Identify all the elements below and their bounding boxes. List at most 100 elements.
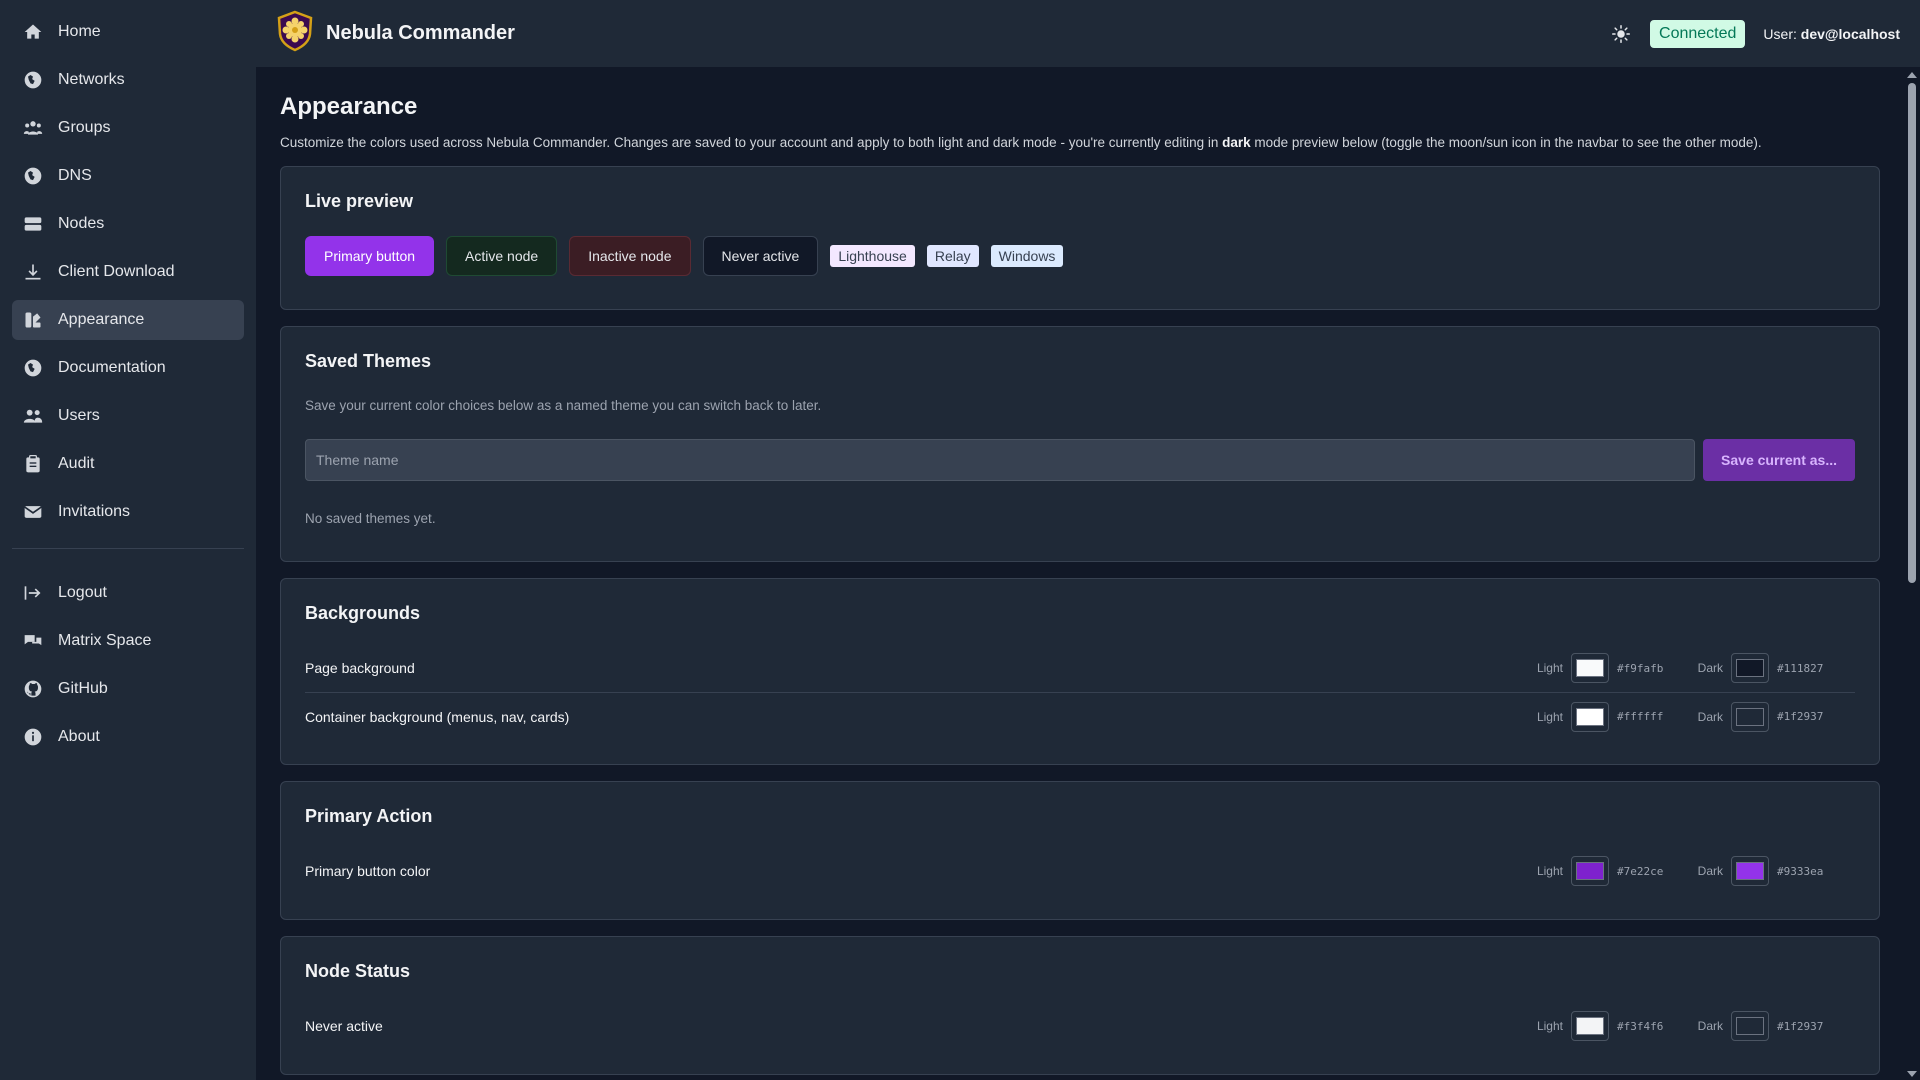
- sidebar-item-users[interactable]: Users: [12, 396, 244, 436]
- sidebar: Home Networks Groups DNS Nodes Client Downloa…: [0, 0, 256, 1080]
- sidebar-item-label: Nodes: [58, 215, 105, 232]
- sidebar-item-label: Client Download: [58, 263, 175, 280]
- scroll-up-icon[interactable]: [1907, 72, 1917, 78]
- sidebar-item-audit[interactable]: Audit: [12, 444, 244, 484]
- sidebar-item-invitations[interactable]: Invitations: [12, 492, 244, 532]
- globe-icon: [22, 165, 44, 187]
- color-setting-row: Primary button color Light #7e22ce Dark #933…: [305, 847, 1855, 895]
- light-hex-value: #7e22ce: [1617, 864, 1664, 878]
- scroll-down-icon[interactable]: [1907, 1071, 1917, 1077]
- light-color-picker: Light #f9fafb: [1535, 653, 1695, 683]
- section-title: Backgrounds: [305, 603, 421, 623]
- light-color-swatch[interactable]: [1571, 701, 1609, 732]
- light-color-swatch[interactable]: [1571, 856, 1609, 886]
- sidebar-item-label: Audit: [58, 455, 95, 472]
- page-scrollbar[interactable]: [1904, 69, 1920, 1080]
- server-icon: [22, 213, 44, 235]
- sun-icon[interactable]: [1610, 23, 1632, 45]
- sidebar-item-label: DNS: [58, 167, 92, 184]
- light-color-swatch[interactable]: [1571, 1011, 1609, 1041]
- light-color-swatch[interactable]: [1571, 653, 1609, 683]
- preview-primary-button[interactable]: Primary button: [305, 236, 435, 276]
- node-status-card: Node Status Never active Light #f3f4f6 Dark #…: [280, 936, 1880, 1075]
- page-description: Customize the colors used across Nebula …: [280, 135, 1880, 150]
- sidebar-item-documentation[interactable]: Documentation: [12, 348, 244, 388]
- sidebar-item-logout[interactable]: Logout: [12, 573, 244, 613]
- sidebar-item-label: Documentation: [58, 359, 166, 376]
- sidebar-item-matrix-space[interactable]: Matrix Space: [12, 621, 244, 661]
- info-icon: [22, 726, 44, 748]
- sidebar-item-about[interactable]: About: [12, 717, 244, 757]
- sidebar-item-label: Networks: [58, 71, 125, 88]
- user-name: dev@localhost: [1800, 25, 1900, 42]
- sidebar-item-label: About: [58, 728, 100, 745]
- color-setting-row: Page background Light #f9fafb Dark #111827: [305, 644, 1855, 692]
- dark-hex-value: #1f2937: [1777, 710, 1824, 723]
- users-icon: [22, 405, 44, 427]
- live-preview-card: Live preview Primary button Active node …: [280, 166, 1880, 310]
- sidebar-item-label: Groups: [58, 119, 111, 136]
- color-setting-label: Primary button color: [305, 863, 431, 879]
- user-prefix: User:: [1763, 25, 1797, 42]
- main-content: Appearance Customize the colors used acr…: [256, 69, 1904, 1080]
- github-icon: [22, 678, 44, 700]
- dark-mode-label: Dark: [1697, 864, 1723, 878]
- sidebar-item-client-download[interactable]: Client Download: [12, 252, 244, 292]
- preview-inactive-node: Inactive node: [569, 236, 691, 276]
- preview-tag-relay: Relay: [926, 245, 979, 267]
- light-hex-value: #f3f4f6: [1617, 1019, 1664, 1033]
- preview-tag-windows: Windows: [990, 245, 1064, 267]
- light-hex-value: #f9fafb: [1617, 661, 1664, 675]
- light-color-picker: Light #7e22ce: [1535, 856, 1695, 886]
- clipboard-icon: [22, 453, 44, 475]
- envelope-icon: [22, 501, 44, 523]
- preview-never-active: Never active: [702, 236, 819, 276]
- light-mode-label: Light: [1536, 661, 1563, 675]
- page-desc-after: mode preview below (toggle the moon/sun …: [1250, 135, 1762, 150]
- sidebar-item-nodes[interactable]: Nodes: [12, 204, 244, 244]
- save-theme-button[interactable]: Save current as...: [1703, 439, 1855, 481]
- light-color-picker: Light #ffffff: [1535, 701, 1695, 732]
- scroll-thumb[interactable]: [1908, 83, 1916, 583]
- chat-icon: [22, 630, 44, 652]
- saved-themes-title: Saved Themes: [305, 351, 432, 371]
- preview-tag-lighthouse: Lighthouse: [830, 245, 915, 267]
- sidebar-item-dns[interactable]: DNS: [12, 156, 244, 196]
- dark-hex-value: #9333ea: [1777, 864, 1824, 878]
- dark-mode-label: Dark: [1697, 1019, 1723, 1033]
- sidebar-item-github[interactable]: GitHub: [12, 669, 244, 709]
- sidebar-item-groups[interactable]: Groups: [12, 108, 244, 148]
- light-hex-value: #ffffff: [1617, 710, 1664, 723]
- primary-action-card: Primary Action Primary button color Light #…: [280, 781, 1880, 920]
- color-setting-row: Container background (menus, nav, cards)…: [305, 692, 1855, 740]
- theme-name-input[interactable]: [305, 439, 1696, 481]
- page-title: Appearance: [280, 93, 418, 120]
- brand[interactable]: Nebula Commander: [276, 10, 515, 57]
- dark-hex-value: #1f2937: [1777, 1019, 1824, 1033]
- dark-color-swatch[interactable]: [1731, 701, 1769, 732]
- download-icon: [22, 261, 44, 283]
- sidebar-item-label: GitHub: [58, 680, 108, 697]
- dark-color-swatch[interactable]: [1731, 856, 1769, 886]
- dark-color-swatch[interactable]: [1731, 1011, 1769, 1041]
- dark-hex-value: #111827: [1777, 661, 1824, 675]
- dark-color-swatch[interactable]: [1731, 653, 1769, 683]
- sidebar-item-label: Appearance: [58, 311, 145, 328]
- sidebar-item-home[interactable]: Home: [12, 12, 244, 52]
- globe-icon: [22, 357, 44, 379]
- sidebar-item-networks[interactable]: Networks: [12, 60, 244, 100]
- palette-icon: [22, 309, 44, 331]
- sidebar-item-label: Invitations: [58, 503, 131, 520]
- color-setting-row: Never active Light #f3f4f6 Dark #1f2937: [305, 1002, 1855, 1050]
- light-color-picker: Light #f3f4f6: [1535, 1011, 1695, 1041]
- live-preview-title: Live preview: [305, 191, 414, 211]
- app-title: Nebula Commander: [326, 22, 515, 44]
- users-group-icon: [22, 117, 44, 139]
- no-saved-themes-text: No saved themes yet.: [305, 511, 436, 526]
- dark-color-picker: Dark #9333ea: [1695, 856, 1855, 886]
- color-setting-label: Page background: [305, 660, 415, 676]
- logo-shield-icon: [276, 10, 314, 57]
- globe-icon: [22, 69, 44, 91]
- dark-mode-label: Dark: [1697, 709, 1723, 724]
- sidebar-item-appearance[interactable]: Appearance: [12, 300, 244, 340]
